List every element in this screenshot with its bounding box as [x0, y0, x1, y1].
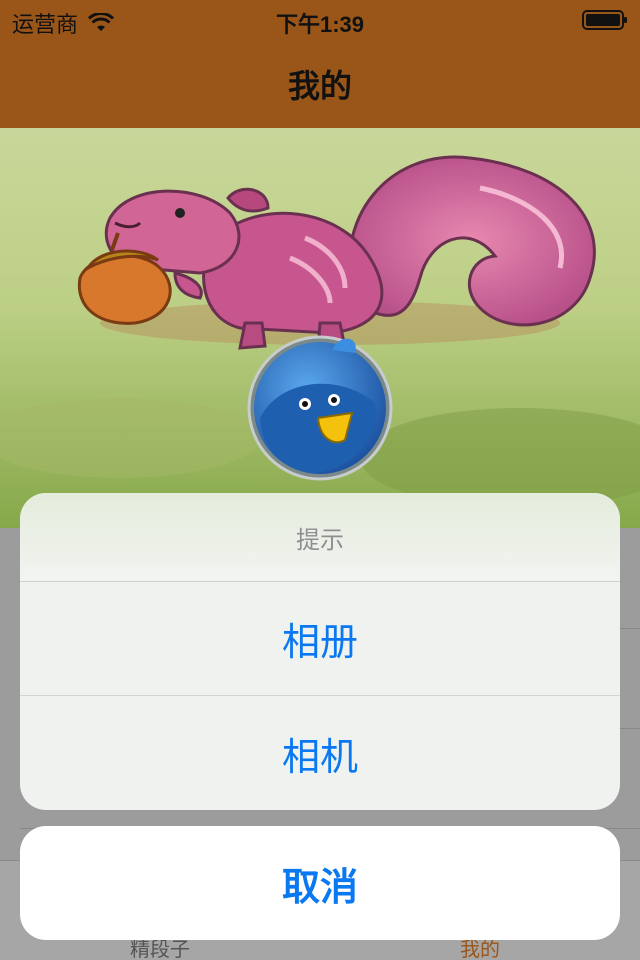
camera-button[interactable]: 相机: [20, 696, 620, 810]
battery-icon: [582, 10, 627, 30]
cancel-button[interactable]: 取消: [20, 826, 620, 940]
status-time: 下午1:39: [275, 12, 365, 37]
page-title: 我的: [287, 67, 352, 105]
navigation-bar: 我的: [0, 40, 640, 128]
bird-avatar[interactable]: [247, 335, 393, 481]
action-sheet-title: 提示: [20, 493, 620, 582]
squirrel-illustration: [0, 128, 640, 528]
album-button[interactable]: 相册: [20, 582, 620, 696]
profile-header-image: [0, 128, 640, 528]
status-bar: 运营商 下午1:39: [0, 0, 640, 40]
action-sheet: 提示 相册 相机: [20, 493, 620, 810]
